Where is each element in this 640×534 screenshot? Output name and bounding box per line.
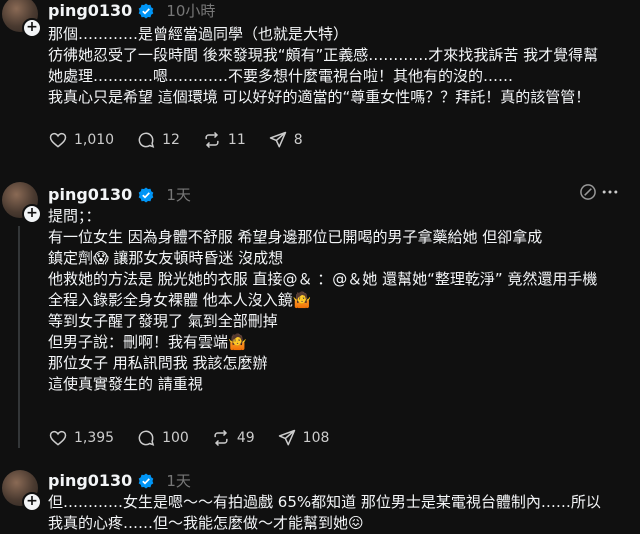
text-line: 提問；： [48, 207, 101, 225]
repost-count: 49 [236, 430, 255, 446]
post-text: 但…………女生是嗯～～有拍過戲 65%都知道 那位男士是某電視台體制內……所以 … [48, 492, 601, 534]
comment-icon [138, 430, 155, 446]
like-count: 1,010 [74, 132, 115, 148]
text-line: 我真心只是希望 這個環境 可以好好的適當的“尊重女性嗎？？拜託！真的該管管！ [48, 88, 591, 106]
verified-badge-icon [139, 3, 154, 18]
text-line: 那位女子 用私訊問我 我該怎麼辦 [48, 354, 268, 372]
verified-badge-icon [139, 473, 154, 488]
heart-icon [49, 430, 67, 446]
repost-button[interactable]: 11 [202, 130, 246, 150]
share-button[interactable]: 108 [277, 428, 330, 448]
comment-button[interactable]: 12 [136, 130, 180, 150]
timestamp: 1天 [166, 186, 191, 204]
edit-history-icon[interactable] [578, 182, 598, 202]
action-bar: 1,395 100 49 108 [48, 428, 351, 448]
text-line: 全程入錄影全身女裸體 他本人沒入鏡🤷 [48, 291, 312, 309]
follow-plus-icon[interactable]: + [22, 492, 42, 512]
verified-badge-icon [139, 187, 154, 202]
post-1: + ping0130 10小時 那個…………是曾經當過同學（也就是大特） 彷彿她… [0, 0, 640, 160]
repost-count: 11 [227, 132, 246, 148]
text-line: 但…………女生是嗯～～有拍過戲 65%都知道 那位男士是某電視台體制內……所以 [48, 493, 601, 511]
send-icon [278, 429, 295, 446]
post-header: ping0130 1天 [48, 184, 191, 205]
send-icon [269, 131, 286, 148]
text-line: 那個…………是曾經當過同學（也就是大特） [48, 25, 349, 43]
follow-plus-icon[interactable]: + [22, 18, 42, 38]
text-line: 她處理…………嗯…………不要多想什麼電視台啦！其他有的沒的…… [48, 67, 514, 85]
like-button[interactable]: 1,010 [48, 130, 114, 150]
repost-icon [205, 131, 219, 149]
text-line: 這使真實發生的 請重視 [48, 375, 203, 393]
repost-button[interactable]: 49 [211, 428, 255, 448]
post-3: + ping0130 1天 但…………女生是嗯～～有拍過戲 65%都知道 那位男… [0, 470, 640, 534]
comment-button[interactable]: 100 [136, 428, 189, 448]
heart-icon [49, 132, 67, 148]
action-bar: 1,010 12 11 8 [48, 130, 325, 150]
follow-plus-icon[interactable]: + [22, 204, 42, 224]
comment-count: 12 [162, 132, 180, 148]
text-line: 彷彿她忍受了一段時間 後來發現我“頗有”正義感…………才來找我訴苦 我才覺得幫 [48, 46, 599, 64]
post-header: ping0130 10小時 [48, 0, 215, 21]
text-line: 但男子說：刪啊！我有雲端🤷 [48, 333, 247, 351]
username[interactable]: ping0130 [48, 471, 132, 490]
timestamp: 10小時 [166, 2, 216, 20]
text-line: 有一位女生 因為身體不舒服 希望身邊那位已開喝的男子拿藥給她 但卻拿成 [48, 228, 543, 246]
comment-icon [138, 132, 155, 148]
repost-icon [214, 429, 228, 447]
timestamp: 1天 [166, 472, 191, 490]
comment-count: 100 [162, 430, 189, 446]
username[interactable]: ping0130 [48, 1, 132, 20]
thread-line [18, 226, 20, 448]
post-text: 提問；： 有一位女生 因為身體不舒服 希望身邊那位已開喝的男子拿藥給她 但卻拿成… [48, 206, 597, 395]
like-button[interactable]: 1,395 [48, 428, 114, 448]
share-count: 8 [293, 132, 303, 148]
post-text: 那個…………是曾經當過同學（也就是大特） 彷彿她忍受了一段時間 後來發現我“頗有… [48, 24, 598, 108]
post-header: ping0130 1天 [48, 470, 191, 491]
username[interactable]: ping0130 [48, 185, 132, 204]
more-options-icon[interactable] [600, 182, 620, 202]
text-line: 等到女子醒了發現了 氣到全部刪掉 [48, 312, 278, 330]
like-count: 1,395 [74, 430, 115, 446]
share-count: 108 [302, 430, 330, 446]
post-2: + ping0130 1天 提問；： 有一位女生 因為身體不舒服 希望身邊那位已… [0, 182, 640, 462]
share-button[interactable]: 8 [268, 130, 303, 150]
text-line: 鎮定劑😱 讓那女友頓時昏迷 沒成想 [48, 249, 284, 267]
text-line: 他救她的方法是 脫光她的衣服 直接@＆ ：@＆她 還幫她“整理乾淨” 竟然還用手… [48, 270, 598, 288]
text-line: 我真的心疼……但～我能怎麼做～才能幫到她😖 [48, 514, 364, 532]
